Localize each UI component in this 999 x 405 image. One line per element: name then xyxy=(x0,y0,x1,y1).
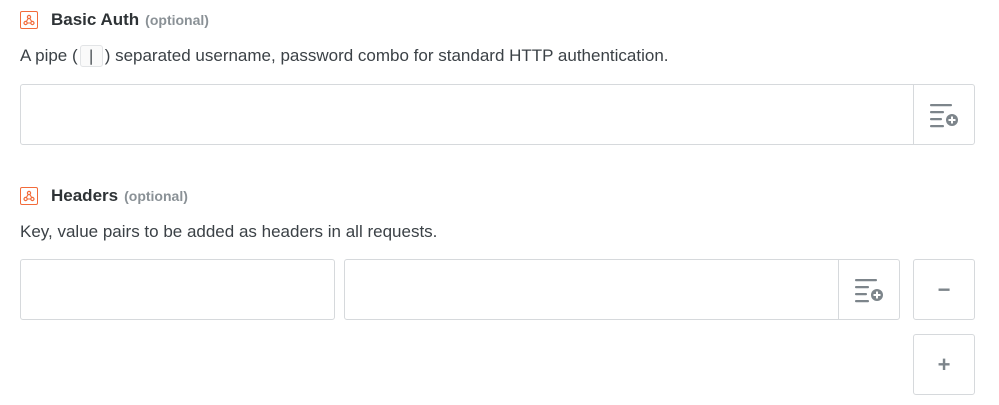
headers-optional-label: (optional) xyxy=(124,188,188,204)
remove-header-button[interactable]: − xyxy=(913,259,975,320)
header-value-insert-field-button[interactable] xyxy=(838,260,899,319)
header-key-input[interactable] xyxy=(20,259,335,320)
headers-title: Headers xyxy=(51,186,119,205)
webhook-icon xyxy=(20,11,38,29)
basic-auth-input[interactable] xyxy=(20,84,975,145)
minus-icon: − xyxy=(937,276,951,302)
basic-auth-description-after: ) separated username, password combo for… xyxy=(104,46,669,65)
basic-auth-description-before: A pipe ( xyxy=(20,46,78,65)
insert-field-icon xyxy=(855,278,883,302)
headers-title-row: Headers (optional) xyxy=(20,185,975,207)
basic-auth-section: Basic Auth (optional) A pipe (|) separat… xyxy=(20,9,975,67)
webhook-icon xyxy=(20,187,38,205)
basic-auth-optional-label: (optional) xyxy=(145,12,209,28)
plus-icon: + xyxy=(937,351,951,377)
headers-description: Key, value pairs to be added as headers … xyxy=(20,222,438,241)
basic-auth-description: A pipe (|) separated username, password … xyxy=(20,45,975,67)
basic-auth-title: Basic Auth xyxy=(51,10,140,29)
pipe-code: | xyxy=(79,45,103,67)
basic-auth-title-row: Basic Auth (optional) xyxy=(20,9,975,31)
header-value-input[interactable] xyxy=(344,259,900,320)
insert-field-icon xyxy=(930,103,958,127)
basic-auth-insert-field-button[interactable] xyxy=(913,85,974,144)
add-header-button[interactable]: + xyxy=(913,334,975,395)
headers-section: Headers (optional) Key, value pairs to b… xyxy=(20,185,975,243)
